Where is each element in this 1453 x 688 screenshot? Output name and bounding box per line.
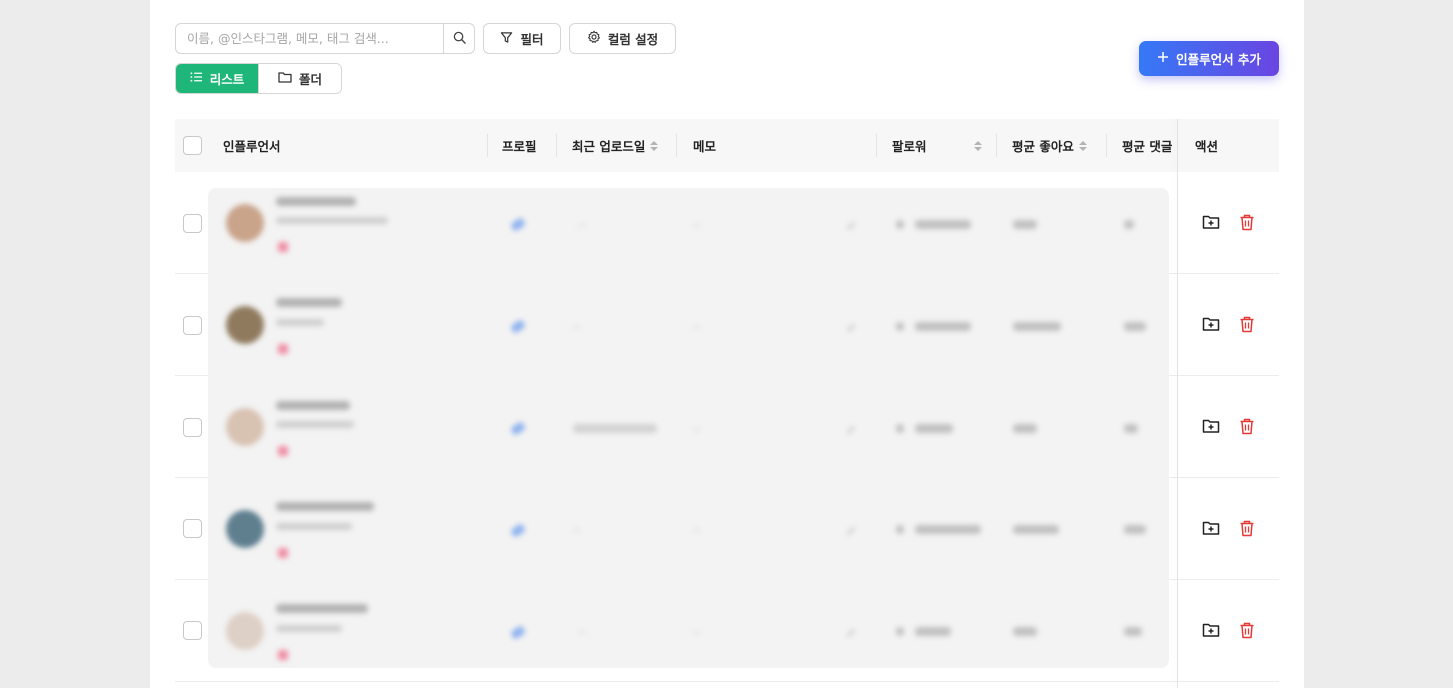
main-panel: 필터 컬럼 설정 리스트 폴더 인플루언서 추가 인플루언서 [150, 0, 1304, 688]
row-checkbox[interactable] [183, 621, 202, 640]
search-button[interactable] [443, 24, 474, 53]
folder-view-label: 폴더 [298, 72, 322, 87]
trash-icon[interactable] [1237, 416, 1257, 436]
select-all-checkbox[interactable] [183, 136, 202, 155]
add-to-folder-icon[interactable] [1201, 416, 1221, 436]
blurred-row-content [208, 188, 1169, 668]
row-checkbox[interactable] [183, 214, 202, 233]
column-header-memo: 메모 [693, 139, 717, 154]
folder-view-toggle[interactable]: 폴더 [258, 64, 341, 93]
add-influencer-label: 인플루언서 추가 [1176, 52, 1261, 67]
fixed-column-divider [1177, 119, 1178, 688]
add-to-folder-icon[interactable] [1201, 212, 1221, 232]
list-view-toggle[interactable]: 리스트 [176, 64, 258, 93]
search-input[interactable] [176, 24, 443, 53]
search-box [175, 23, 475, 54]
column-header-profile: 프로필 [502, 139, 537, 154]
filter-label: 필터 [520, 32, 544, 47]
row-checkbox[interactable] [183, 418, 202, 437]
row-checkbox[interactable] [183, 519, 202, 538]
sort-icon [650, 140, 659, 151]
trash-icon[interactable] [1237, 620, 1257, 640]
filter-icon [500, 31, 513, 47]
filter-button[interactable]: 필터 [483, 23, 561, 54]
trash-icon[interactable] [1237, 212, 1257, 232]
sort-icon [974, 140, 982, 151]
table-header: 인플루언서 프로필 최근 업로드일 메모 팔로워 평균 좋아요 평균 댓글 액션 [175, 119, 1279, 172]
list-icon [190, 71, 203, 86]
column-header-avg-likes[interactable]: 평균 좋아요 [1012, 119, 1087, 172]
sort-icon [1078, 140, 1087, 151]
column-header-followers[interactable]: 팔로워 [892, 119, 982, 172]
add-influencer-button[interactable]: 인플루언서 추가 [1139, 41, 1279, 76]
list-view-label: 리스트 [209, 72, 245, 87]
gear-icon [587, 30, 601, 47]
folder-icon [278, 71, 292, 86]
plus-icon [1157, 51, 1169, 66]
column-settings-button[interactable]: 컬럼 설정 [569, 23, 676, 54]
add-to-folder-icon[interactable] [1201, 620, 1221, 640]
row-checkbox[interactable] [183, 316, 202, 335]
trash-icon[interactable] [1237, 314, 1257, 334]
search-icon [453, 29, 466, 48]
column-header-recent-upload[interactable]: 최근 업로드일 [572, 119, 670, 172]
trash-icon[interactable] [1237, 518, 1257, 538]
column-header-actions: 액션 [1195, 139, 1219, 154]
column-header-influencer: 인플루언서 [223, 139, 281, 154]
add-to-folder-icon[interactable] [1201, 314, 1221, 334]
view-toggle: 리스트 폴더 [175, 63, 342, 94]
column-header-avg-comments[interactable]: 평균 댓글 [1122, 119, 1177, 172]
column-settings-label: 컬럼 설정 [607, 32, 659, 47]
add-to-folder-icon[interactable] [1201, 518, 1221, 538]
